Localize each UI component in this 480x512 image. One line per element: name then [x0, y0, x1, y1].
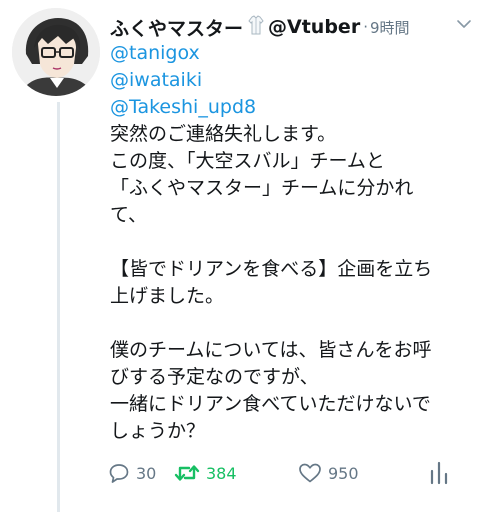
tweet-text-line: 【皆でドリアンを食べる】企画を立ち — [110, 258, 433, 280]
user-handle[interactable]: @Vtuber — [268, 16, 360, 38]
tweet-text-line: しょうか？ — [110, 420, 206, 442]
tweet-text-line: 上げました。 — [110, 285, 225, 307]
mention-link[interactable]: @Takeshi_upd8 — [110, 94, 472, 121]
analytics-button[interactable] — [428, 458, 450, 488]
separator-dot: · — [363, 18, 368, 36]
tweet-text-line: 一緒にドリアン食べていただけないで — [110, 393, 431, 415]
reply-icon — [108, 462, 130, 484]
retweet-icon — [174, 462, 200, 484]
tweet-text-line — [110, 310, 472, 337]
tweet-actions: 30 384 950 — [108, 458, 468, 488]
tweet-text-line: この度、「大空スバル」チームと — [110, 150, 385, 172]
tweet-text-line: 突然のご連絡失礼します。 — [110, 123, 337, 145]
like-count: 950 — [328, 463, 359, 483]
retweet-count: 384 — [206, 463, 237, 483]
thread-connector-line — [57, 102, 60, 512]
shirt-icon — [248, 15, 264, 39]
avatar[interactable] — [12, 8, 100, 96]
analytics-icon — [428, 461, 450, 485]
chevron-down-icon[interactable] — [456, 16, 472, 32]
tweet-text-line: 「ふくやマスター」チームに分かれ — [110, 177, 414, 199]
reply-count: 30 — [136, 463, 157, 483]
tweet-text-line: て、 — [110, 204, 148, 226]
tweet-header: ふくやマスター @Vtuber · 9時間 — [110, 14, 472, 40]
avatar-illustration — [12, 8, 100, 96]
mention-link[interactable]: @tanigox — [110, 40, 472, 67]
retweet-button[interactable]: 384 — [174, 458, 237, 488]
tweet-text-line: 僕のチームについては、皆さんをお呼 — [110, 339, 432, 361]
tweet-text-line: びする予定なのですが、 — [110, 366, 319, 388]
mention-link[interactable]: @iwataiki — [110, 67, 472, 94]
tweet-text-line — [110, 229, 472, 256]
like-button[interactable]: 950 — [298, 458, 359, 488]
heart-icon — [298, 462, 322, 484]
reply-button[interactable]: 30 — [108, 458, 156, 488]
tweet-body: @tanigox @iwataiki @Takeshi_upd8 突然のご連絡失… — [110, 40, 472, 445]
timestamp[interactable]: 9時間 — [370, 17, 410, 38]
display-name[interactable]: ふくやマスター — [110, 14, 243, 41]
